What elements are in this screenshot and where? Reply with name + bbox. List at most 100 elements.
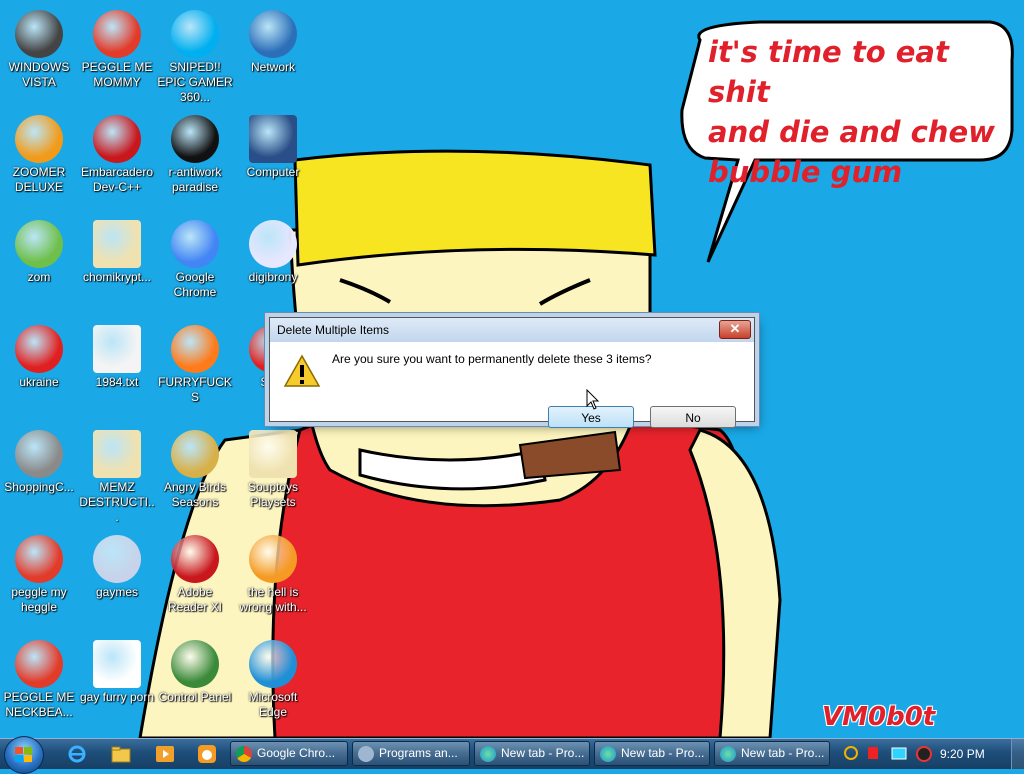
desktop-icon-label: Souptoys Playsets — [247, 480, 299, 509]
desktop-icon[interactable]: PEGGLE ME MOMMY — [78, 4, 156, 90]
desktop-icon-label: the hell is wrong with... — [239, 585, 307, 614]
taskbar-window-button[interactable]: Programs an... — [352, 741, 470, 766]
edge-icon — [480, 746, 496, 762]
edge-icon — [249, 640, 297, 688]
file-explorer-icon[interactable] — [110, 744, 132, 764]
desktop-icon[interactable]: chomikrypt... — [78, 214, 156, 285]
chrome-icon — [171, 220, 219, 268]
desktop-icon[interactable]: Google Chrome — [156, 214, 234, 300]
games-icon — [93, 535, 141, 583]
dialog-body: Are you sure you want to permanently del… — [270, 342, 754, 428]
peggle-icon — [93, 10, 141, 58]
desktop-icon-label: FURRYFUCKS — [158, 375, 232, 404]
desktop-icon[interactable]: WINDOWS VISTA — [0, 4, 78, 90]
desktop-icon[interactable]: PEGGLE ME NECKBEA... — [0, 634, 78, 720]
desktop-icon-label: Embarcadero Dev-C++ — [80, 165, 154, 194]
no-button[interactable]: No — [650, 406, 736, 428]
close-button[interactable]: ✕ — [719, 320, 751, 339]
taskbar-window-button[interactable]: New tab - Pro... — [594, 741, 710, 766]
desktop-icon[interactable]: Control Panel — [156, 634, 234, 705]
desktop-icon-label: Adobe Reader XI — [167, 585, 223, 614]
desktop-icon[interactable]: FURRYFUCKS — [156, 319, 234, 405]
desktop-icon-label: 1984.txt — [95, 375, 139, 389]
desktop-icon-label: peggle my heggle — [11, 585, 67, 614]
speech-line-1: it's time to eat shit — [708, 35, 949, 109]
desktop-icon[interactable]: Angry Birds Seasons — [156, 424, 234, 510]
speech-line-2: and die and chew — [708, 115, 995, 149]
desktop-icon-label: Network — [250, 60, 295, 74]
delete-confirm-dialog: Delete Multiple Items ✕ Are you sure you… — [269, 317, 755, 428]
executable-icon — [93, 220, 141, 268]
desktop-icon[interactable]: SNIPED!! EPIC GAMER 360... — [156, 4, 234, 105]
desktop-icon-label: r-antiwork paradise — [168, 165, 222, 194]
desktop-icon-label: PEGGLE ME NECKBEA... — [3, 690, 75, 719]
desktop-icon[interactable]: MEMZ DESTRUCTI... — [78, 424, 156, 525]
taskbar-window-button[interactable]: Google Chro... — [230, 741, 348, 766]
wallpaper-signature: VM0b0t — [822, 702, 936, 732]
desktop-icon-label: PEGGLE ME MOMMY — [81, 60, 153, 89]
desktop-icon[interactable]: Adobe Reader XI — [156, 529, 234, 615]
executable-icon — [93, 430, 141, 478]
firefox-icon — [171, 325, 219, 373]
desktop-icon[interactable]: gaymes — [78, 529, 156, 600]
computer-icon — [249, 115, 297, 163]
control-panel-icon — [171, 640, 219, 688]
dialog-message: Are you sure you want to permanently del… — [332, 352, 652, 366]
windows-vista-icon — [15, 10, 63, 58]
antiwork-icon — [171, 115, 219, 163]
taskbar-window-button[interactable]: New tab - Pro... — [714, 741, 830, 766]
desktop-icon-label: Angry Birds Seasons — [163, 480, 227, 509]
executable-icon — [249, 430, 297, 478]
desktop-icon-label: Microsoft Edge — [248, 690, 298, 719]
start-button[interactable] — [4, 736, 44, 774]
uc-browser-icon — [249, 535, 297, 583]
desktop-icon[interactable]: Computer — [234, 109, 312, 180]
desktop-icon[interactable]: ukraine — [0, 319, 78, 390]
desktop-icon-label: ShoppingC... — [4, 480, 74, 494]
desktop-icon[interactable]: Network — [234, 4, 312, 75]
desktop-icon[interactable]: the hell is wrong with... — [234, 529, 312, 615]
desktop-icon-label: gay furry porn — [79, 690, 155, 704]
uc-browser-icon[interactable] — [196, 744, 218, 764]
desktop-icon-label: ZOOMER DELUXE — [12, 165, 66, 194]
desktop-icon[interactable]: Microsoft Edge — [234, 634, 312, 720]
pony-icon — [249, 220, 297, 268]
speech-bubble-text: it's time to eat shit and die and chew b… — [708, 32, 1008, 192]
zoomer-icon — [15, 115, 63, 163]
desktop-icon[interactable]: ZOOMER DELUXE — [0, 109, 78, 195]
system-tray-icons — [844, 746, 932, 762]
desktop-icon-label: Control Panel — [158, 690, 232, 704]
taskbar-window-button[interactable]: New tab - Pro... — [474, 741, 590, 766]
windows-logo-icon — [15, 747, 32, 762]
desktop-icon-label: zom — [27, 270, 51, 284]
taskbar-window-label: New tab - Pro... — [741, 746, 825, 760]
skype-icon — [171, 10, 219, 58]
desktop-icon[interactable]: Embarcadero Dev-C++ — [78, 109, 156, 195]
media-player-icon[interactable] — [154, 744, 176, 764]
internet-explorer-icon[interactable] — [66, 744, 88, 764]
desktop-icon[interactable]: peggle my heggle — [0, 529, 78, 615]
desktop-icon[interactable]: zom — [0, 214, 78, 285]
taskbar-window-label: New tab - Pro... — [621, 746, 705, 760]
desktop-icon[interactable]: ShoppingC... — [0, 424, 78, 495]
text-file-icon — [93, 325, 141, 373]
document-icon — [93, 640, 141, 688]
desktop-icon[interactable]: digibrony — [234, 214, 312, 285]
desktop-icon-label: Google Chrome — [173, 270, 217, 299]
adobe-reader-icon — [171, 535, 219, 583]
desktop-icon-label: SNIPED!! EPIC GAMER 360... — [157, 60, 233, 104]
desktop-icon-label: gaymes — [95, 585, 139, 599]
desktop-icon[interactable]: r-antiwork paradise — [156, 109, 234, 195]
network-icon — [249, 10, 297, 58]
clock[interactable]: 9:20 PM — [940, 747, 985, 761]
desktop-icon[interactable]: gay furry porn — [78, 634, 156, 705]
desktop-icon[interactable]: Souptoys Playsets — [234, 424, 312, 510]
desktop-icon-label: Computer — [246, 165, 300, 179]
edge-icon — [600, 746, 616, 762]
dialog-titlebar[interactable]: Delete Multiple Items ✕ — [270, 318, 754, 342]
desktop-icon-label: digibrony — [248, 270, 298, 284]
desktop-icon-label: chomikrypt... — [82, 270, 151, 284]
radiation-icon — [15, 325, 63, 373]
desktop-icon[interactable]: 1984.txt — [78, 319, 156, 390]
show-desktop-button[interactable] — [1011, 739, 1024, 769]
